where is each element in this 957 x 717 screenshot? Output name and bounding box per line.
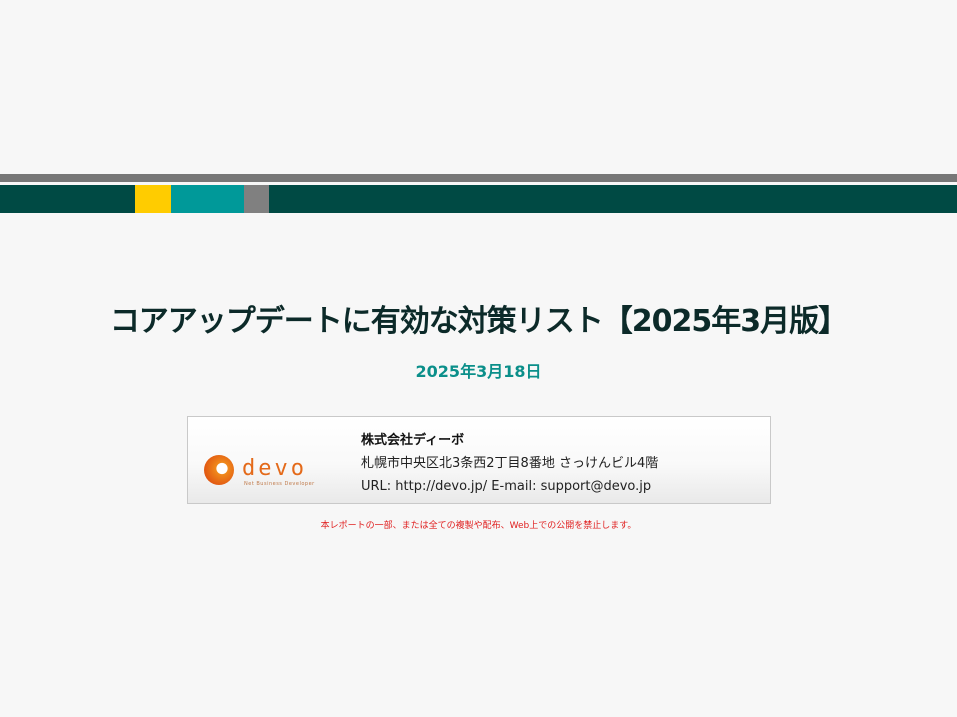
accent-block-teal xyxy=(171,185,244,213)
document-date: 2025年3月18日 xyxy=(415,362,542,381)
company-details: 株式会社ディーボ 札幌市中央区北3条西2丁目8番地 さっけんビル4階 URL: … xyxy=(361,429,658,498)
logo-wordmark: devo xyxy=(242,456,307,481)
copyright-notice: 本レポートの一部、または全ての複製や配布、Web上での公開を禁止します。 xyxy=(320,521,637,531)
company-address: 札幌市中央区北3条西2丁目8番地 さっけんビル4階 xyxy=(361,456,659,471)
accent-block-yellow xyxy=(135,185,171,213)
logo-tagline: Net Business Developer xyxy=(244,481,315,487)
header-gray-stripe xyxy=(0,174,957,182)
company-name: 株式会社ディーボ xyxy=(361,433,465,448)
logo-circle-icon xyxy=(204,455,234,485)
document-title: コアアップデートに有効な対策リスト【2025年3月版】 xyxy=(109,304,848,339)
accent-block-gray xyxy=(244,185,269,213)
company-contact: URL: http://devo.jp/ E-mail: support@dev… xyxy=(361,479,652,494)
company-info-box: devo Net Business Developer 株式会社ディーボ 札幌市… xyxy=(187,416,771,504)
devo-logo: devo Net Business Developer xyxy=(204,455,334,491)
